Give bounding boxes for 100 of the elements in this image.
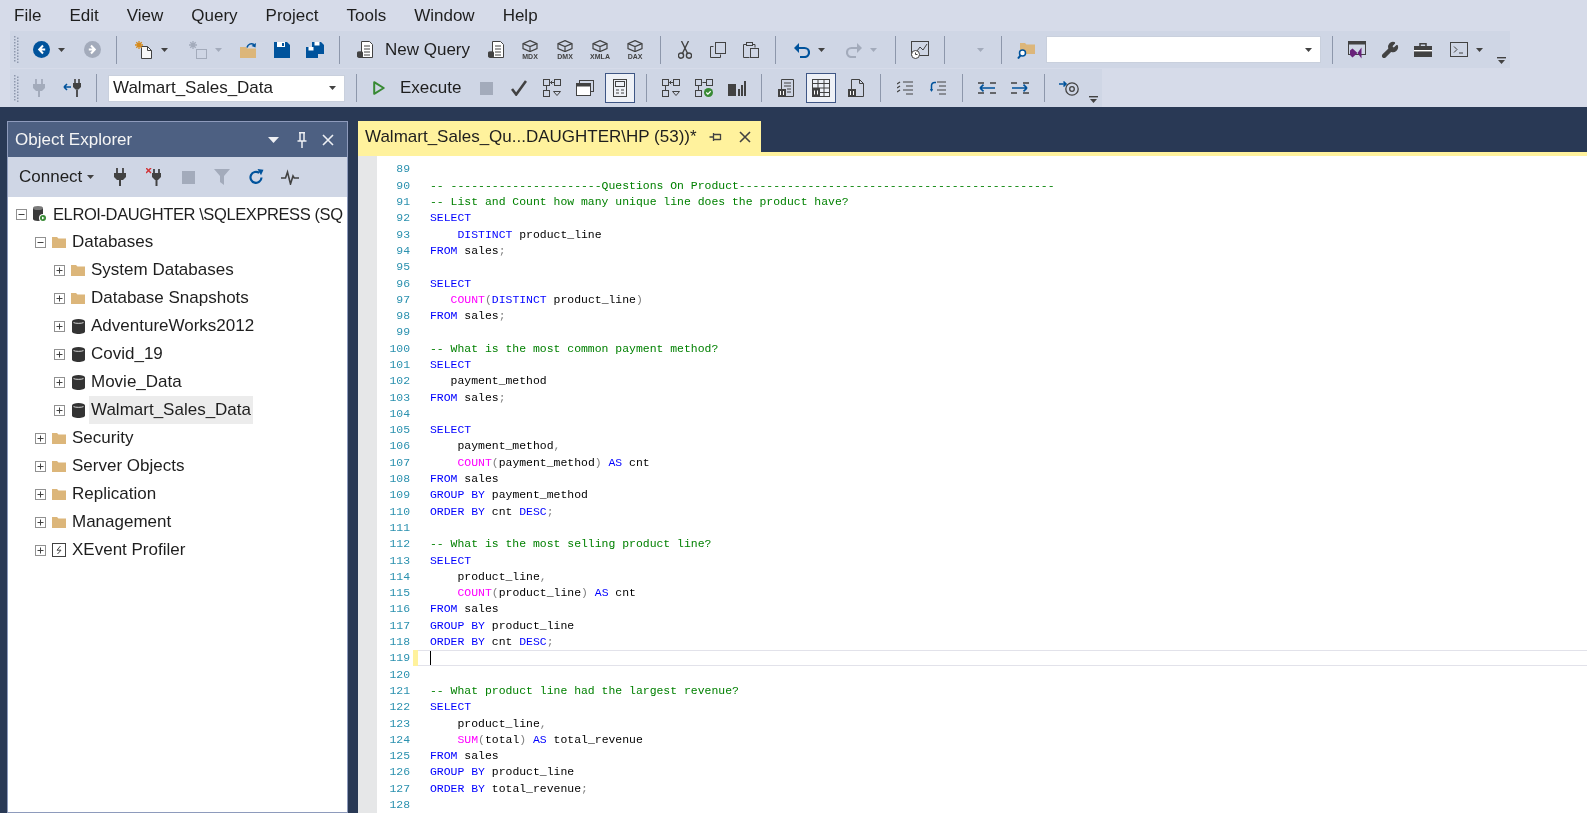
tree-item[interactable]: Walmart_Sales_Data [89,396,253,424]
folder-icon [71,264,85,276]
add-item-icon [189,40,207,59]
line-number: 96 [395,277,410,289]
query-document-icon [488,41,505,58]
server-running-icon [33,206,47,222]
calculator-icon [613,79,628,97]
line-number: 97 [395,293,410,306]
grip-icon[interactable] [14,36,19,63]
file-results-icon [848,79,865,97]
expand-icon[interactable] [54,376,65,388]
expand-icon[interactable] [54,320,65,332]
plug-cross-icon [146,168,163,186]
menu-item[interactable]: Project [251,7,333,24]
expand-icon[interactable] [54,404,65,416]
tree-item[interactable]: AdventureWorks2012 [89,312,257,340]
code-line: SUM(total) AS total_revenue [456,733,643,746]
collapse-icon[interactable] [16,208,27,220]
redo-icon [846,41,863,58]
menu-item[interactable]: File [0,7,56,24]
grid-results-icon [812,79,831,97]
pin-icon[interactable] [708,131,723,142]
line-number: 112 [388,538,410,550]
expand-icon[interactable] [54,292,65,304]
caret-icon [58,47,65,52]
line-number: 122 [388,701,410,713]
grip-icon[interactable] [14,74,19,102]
code-line: -- List and Count how many unique line does the product have? [430,196,849,208]
execute-button[interactable]: Execute [368,73,467,103]
cube-icon [557,39,574,52]
expand-icon[interactable] [35,516,46,528]
cube-icon [522,39,539,52]
connect-button[interactable]: Connect [14,162,100,192]
copy-icon [710,41,727,58]
line-number: 98 [395,310,410,322]
close-icon[interactable] [738,130,751,143]
expand-icon[interactable] [35,460,46,472]
line-number: 115 [388,587,410,599]
expand-icon[interactable] [35,544,46,556]
code-line: -- ----------------------Questions On Product---------------------------------------------- [430,179,1055,192]
query-document-icon [357,41,373,58]
menu-item[interactable]: View [112,7,178,24]
intellisense-button[interactable] [605,73,636,103]
checkmark-icon [511,80,528,96]
code-line: FROM sales [430,473,499,485]
collapse-icon[interactable] [35,236,46,248]
pin-icon[interactable] [297,131,307,148]
caret-icon [329,86,336,90]
save-icon [274,41,290,58]
caret-icon [215,47,222,52]
tree-item[interactable]: Replication [70,480,159,508]
menu-item[interactable]: Tools [332,7,401,24]
cube-icon [592,39,609,52]
line-number: 92 [395,212,410,224]
new-query-button[interactable]: New Query [351,34,477,65]
plan-diagram-icon [543,79,562,97]
overflow-icon[interactable] [1497,57,1507,64]
expand-icon[interactable] [35,432,46,444]
line-number: 93 [395,228,410,241]
tree-item[interactable]: ELROI-DAUGHTER \SQLEXPRESS (SQ [51,200,345,228]
results-to-grid-button[interactable] [806,73,837,103]
expand-icon[interactable] [54,348,65,360]
play-icon [373,81,385,95]
tree-item[interactable]: Database Snapshots [89,284,251,312]
line-number: 111 [388,521,410,534]
line-number: 103 [388,391,410,404]
code-line: FROM sales; [430,244,506,257]
menu-item[interactable]: Query [177,7,252,24]
expand-icon[interactable] [35,488,46,500]
tree-item[interactable]: Security [70,424,136,452]
line-number: 89 [395,163,410,175]
undo-icon [794,41,811,58]
tree-item[interactable]: Databases [70,228,156,256]
overflow-icon[interactable] [1089,96,1099,103]
toolbox-icon [1414,42,1433,57]
folder-icon [52,236,66,248]
line-number: 116 [388,603,410,615]
line-number: 100 [388,342,410,355]
tree-item[interactable]: XEvent Profiler [70,536,188,564]
tree-item[interactable]: System Databases [89,256,236,284]
menu-item[interactable]: Window [400,7,489,24]
tree-item[interactable]: Movie_Data [89,368,184,396]
tree-item[interactable]: Management [70,508,174,536]
code-line: payment_method [449,375,547,387]
tree-item[interactable]: Covid_19 [89,340,165,368]
tree-item[interactable]: Server Objects [70,452,187,480]
menu-item[interactable]: Help [488,7,552,24]
expand-icon[interactable] [54,264,65,276]
wrench-icon [1381,40,1400,59]
plug-icon [33,79,45,97]
code-line: COUNT(DISTINCT product_line) [449,293,643,306]
database-dropdown[interactable]: Walmart_Sales_Data [108,74,345,102]
pulse-icon [281,169,300,185]
uncomment-lines-icon [930,81,947,95]
plug-icon [114,168,127,186]
folder-icon [52,516,66,528]
menu-item[interactable]: Edit [55,7,113,24]
caret-icon [161,47,168,52]
caret-icon[interactable] [268,136,279,143]
editor-tab[interactable]: Walmart_Sales_Qu...DAUGHTER\HP (53))* [358,121,761,152]
